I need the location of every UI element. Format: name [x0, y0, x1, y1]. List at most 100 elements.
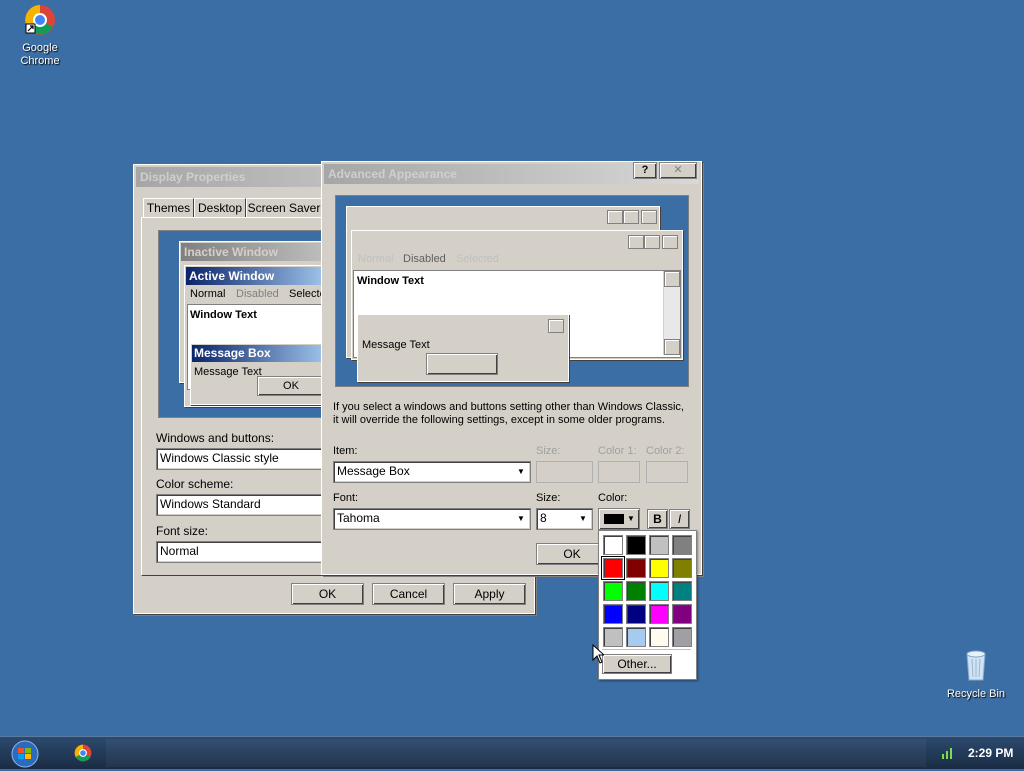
windows-buttons-label: Windows and buttons: [156, 431, 275, 445]
advanced-preview: Normal Disabled Selected Window Text Mes… [335, 195, 689, 387]
color-swatch[interactable] [626, 604, 646, 624]
color-swatch[interactable] [603, 604, 623, 624]
font-size-value: Normal [160, 544, 199, 558]
color-swatch[interactable] [649, 604, 669, 624]
advanced-title: Advanced Appearance [328, 167, 457, 181]
color-preview-swatch [604, 514, 624, 524]
network-tray[interactable] [940, 745, 956, 761]
recycle-bin-icon [966, 650, 986, 681]
size-spinner[interactable] [536, 461, 593, 483]
network-icon [942, 748, 952, 759]
adv-window-text: Window Text [357, 275, 424, 287]
apply-button[interactable]: Apply [453, 583, 526, 605]
color-scheme-select[interactable]: Windows Standard [156, 494, 324, 516]
color-swatch[interactable] [626, 581, 646, 601]
close-icon: ✕ [673, 164, 683, 176]
color-swatch[interactable] [672, 558, 692, 578]
preview-menu-normal: Normal [190, 288, 226, 300]
preview-message-box: Message Box Message Text OK [190, 343, 323, 405]
mouse-cursor-icon [592, 644, 604, 664]
start-button[interactable] [10, 740, 40, 768]
color-swatch[interactable] [672, 581, 692, 601]
color-swatch[interactable] [672, 627, 692, 647]
color1-label: Color 1: [598, 445, 637, 457]
color-swatch[interactable] [649, 627, 669, 647]
window-title: Display Properties [140, 170, 246, 184]
preview-msgbox-text: Message Text [194, 366, 262, 378]
color-swatch[interactable] [649, 558, 669, 578]
italic-button[interactable]: I [669, 509, 690, 529]
mini-button [607, 210, 623, 224]
scroll-down [664, 339, 680, 355]
other-color-button[interactable]: Other... [602, 654, 672, 674]
help-button[interactable]: ? [633, 162, 657, 179]
adv-scrollbar [663, 271, 680, 355]
color-label: Color: [598, 492, 628, 504]
popup-divider [602, 649, 691, 650]
font-size-value-adv: 8 [540, 511, 547, 525]
color-swatch[interactable] [601, 556, 625, 580]
info-text-line1: If you select a windows and buttons sett… [333, 401, 684, 413]
color-swatch[interactable] [672, 604, 692, 624]
color-scheme-label: Color scheme: [156, 477, 234, 491]
ok-button[interactable]: OK [291, 583, 364, 605]
taskbar-chrome[interactable] [68, 741, 98, 765]
cancel-button[interactable]: Cancel [372, 583, 445, 605]
color1-picker[interactable] [598, 461, 640, 483]
dropdown-arrow-icon: ▼ [517, 467, 525, 476]
info-text-line2: it will override the following settings,… [333, 414, 665, 426]
preview-window-text: Window Text [190, 309, 257, 321]
adv-msgbox-button [426, 353, 498, 375]
scroll-up [664, 271, 680, 287]
color-swatch[interactable] [603, 627, 623, 647]
preview-menu-selected: Selected [289, 288, 323, 300]
font-color-button[interactable]: ▼ [598, 508, 640, 530]
font-select[interactable]: Tahoma ▼ [333, 508, 531, 530]
chrome-icon-label: Google Chrome [20, 42, 60, 67]
color-swatch[interactable] [626, 558, 646, 578]
preview-menu-disabled: Disabled [236, 288, 279, 300]
clock[interactable]: 2:29 PM [968, 746, 1013, 760]
size-label: Size: [536, 445, 561, 457]
taskbar-band [106, 739, 926, 767]
color-scheme-value: Windows Standard [160, 497, 261, 511]
font-size-select-adv[interactable]: 8 ▼ [536, 508, 593, 530]
tab-desktop[interactable]: Desktop [194, 198, 246, 218]
desktop-icon-chrome[interactable]: Google Chrome [0, 4, 80, 68]
windows-buttons-value: Windows Classic style [160, 451, 279, 465]
dropdown-arrow-icon: ▼ [627, 514, 635, 523]
chrome-icon [25, 5, 55, 35]
color-swatch[interactable] [649, 535, 669, 555]
color-swatch[interactable] [649, 581, 669, 601]
adv-preview-message-box: Message Text [357, 314, 569, 382]
bold-button[interactable]: B [647, 509, 668, 529]
mini-button [641, 210, 657, 224]
color-swatch[interactable] [672, 535, 692, 555]
appearance-preview: Inactive Window Active Window Normal Dis… [158, 230, 324, 418]
tab-screen-saver[interactable]: Screen Saver [246, 198, 322, 218]
color2-picker[interactable] [646, 461, 688, 483]
windows-buttons-select[interactable]: Windows Classic style [156, 448, 324, 470]
help-icon: ? [641, 164, 649, 176]
font-size-select[interactable]: Normal [156, 541, 324, 563]
start-orb-icon [11, 740, 39, 768]
preview-active-title: Active Window [186, 267, 323, 285]
preview-msgbox-ok: OK [257, 376, 323, 396]
adv-menu-disabled: Disabled [403, 253, 446, 265]
mini-button [628, 235, 644, 249]
font-size-label: Font size: [156, 524, 209, 538]
desktop-icon-recycle-bin[interactable]: Recycle Bin [936, 648, 1016, 701]
color-swatch[interactable] [603, 581, 623, 601]
color-picker-popup: Other... [598, 530, 697, 680]
mini-button [623, 210, 639, 224]
item-select[interactable]: Message Box ▼ [333, 461, 531, 483]
mini-button [644, 235, 660, 249]
close-button[interactable]: ✕ [659, 162, 697, 179]
color-swatch[interactable] [626, 535, 646, 555]
adv-menu-selected: Selected [456, 253, 499, 265]
dropdown-arrow-icon: ▼ [517, 514, 525, 523]
color-swatch[interactable] [626, 627, 646, 647]
tab-themes[interactable]: Themes [143, 198, 194, 218]
color-swatch[interactable] [603, 535, 623, 555]
chrome-icon [74, 744, 92, 762]
